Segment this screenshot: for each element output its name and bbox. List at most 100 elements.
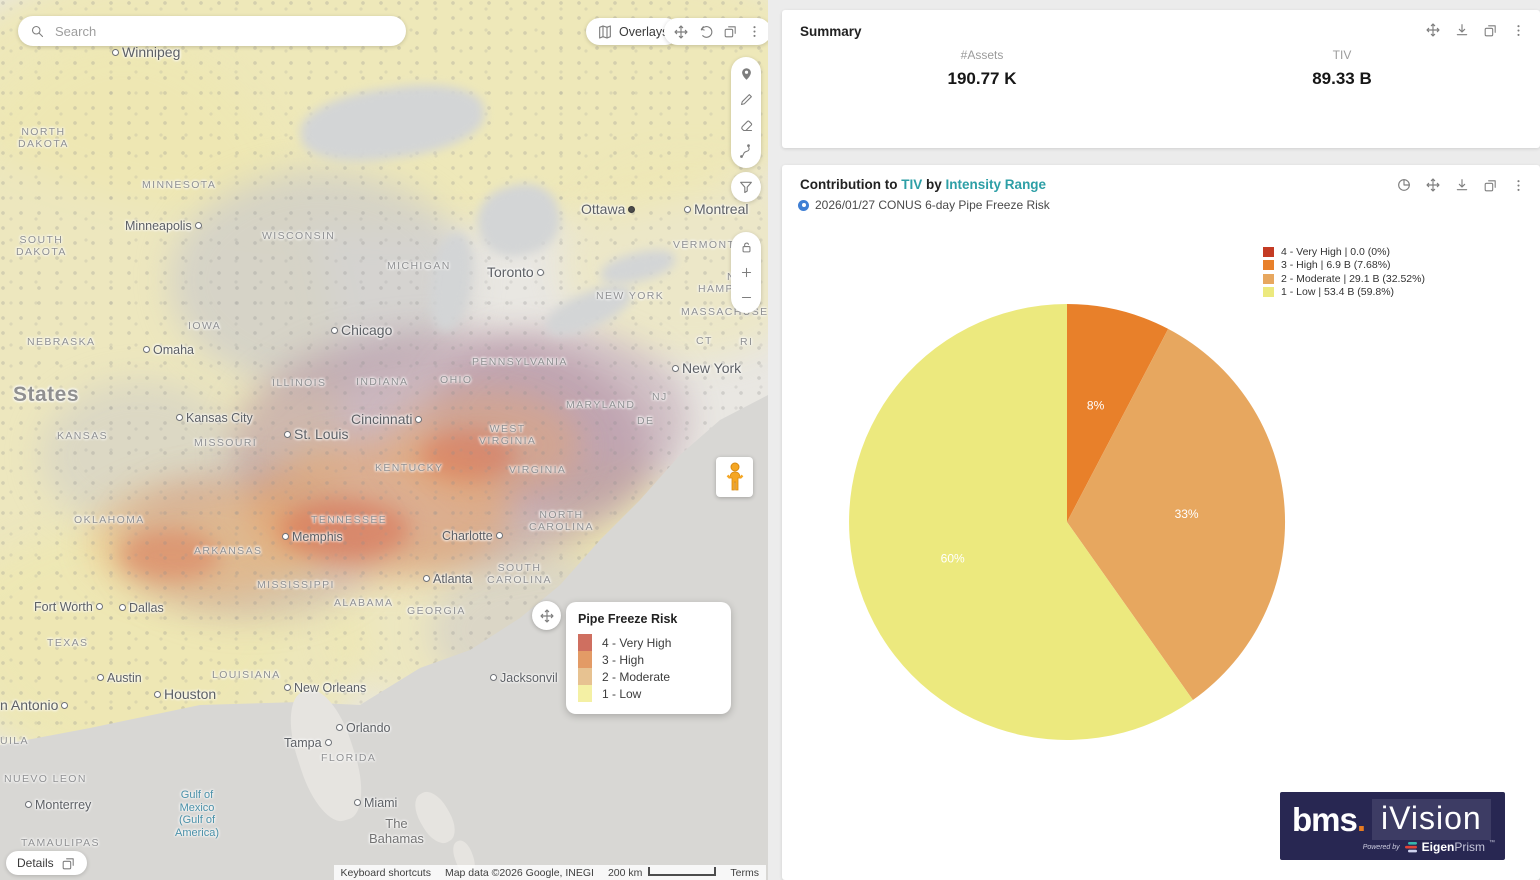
map-label: OKLAHOMA [74, 514, 145, 526]
chart-title: Contribution to TIV by Intensity Range [800, 177, 1046, 192]
search-input[interactable] [53, 23, 394, 40]
map-label: TEXAS [47, 637, 88, 649]
legend-swatch [1263, 260, 1274, 270]
map-label: MISSOURI [194, 437, 257, 449]
map-label: Gulf of Mexico (Gulf of America) [167, 789, 227, 840]
analysis-dot-icon [798, 200, 809, 211]
chart-legend-item[interactable]: 1 - Low | 53.4 B (59.8%) [1263, 286, 1425, 300]
pie-slice-label: 8% [1087, 399, 1105, 413]
bms-ivision-logo: bms. iVision Powered by EigenPrism ™ [1280, 792, 1505, 860]
kebab-icon[interactable] [1511, 177, 1526, 193]
move-icon[interactable] [1425, 22, 1441, 38]
chart-metric-link[interactable]: TIV [901, 177, 922, 192]
app-window: { "map": { "search": {"placeholder": "Se… [0, 0, 1540, 880]
legend-swatch [578, 634, 592, 651]
metric-assets-value: 190.77 K [842, 69, 1122, 89]
map-label: ARKANSAS [194, 545, 262, 557]
eraser-icon[interactable] [739, 118, 754, 133]
map-label: TENNESSEE [311, 514, 387, 526]
pie-slice-label: 60% [941, 551, 965, 565]
map-canvas[interactable]: NORTH DAKOTASOUTH DAKOTAMINNESOTAWISCONS… [0, 0, 768, 880]
metric-tiv: TIV 89.33 B [1202, 48, 1482, 89]
street-view-pegman[interactable] [716, 457, 753, 497]
map-label: Charlotte [442, 529, 503, 543]
metric-assets: #Assets 190.77 K [842, 48, 1122, 89]
map-attribution-bar: Keyboard shortcuts Map data ©2026 Google… [334, 865, 767, 880]
map-label: Cincinnati [351, 411, 422, 427]
download-icon[interactable] [1454, 177, 1470, 193]
pie-chart[interactable]: 8% 33% 60% [782, 165, 1540, 880]
map-label: NEBRASKA [27, 336, 95, 348]
map-label: PENNSYLVANIA [472, 356, 568, 368]
minus-icon[interactable] [739, 290, 754, 305]
details-label: Details [17, 856, 54, 870]
legend-drag-handle[interactable] [532, 601, 561, 630]
map-label: Montreal [684, 201, 748, 217]
scale-label: 200 km [608, 867, 642, 879]
map-label: Orlando [336, 721, 390, 735]
map-label: MARYLAND [566, 399, 635, 411]
map-filter-button[interactable] [731, 172, 761, 202]
summary-panel: Summary #Assets 190.77 K TIV 89.33 B [782, 10, 1540, 148]
plus-icon[interactable] [739, 265, 754, 280]
map-label: Toronto [487, 264, 544, 280]
chart-legend: 4 - Very High | 0.0 (0%)3 - High | 6.9 B… [1263, 245, 1425, 299]
map-label: CT [696, 335, 713, 347]
map-label: VERMONT [673, 239, 735, 251]
legend-swatch [578, 685, 592, 702]
chart-subtitle: 2026/01/27 CONUS 6-day Pipe Freeze Risk [798, 198, 1050, 212]
map-label: TAMAULIPAS [21, 837, 100, 849]
map-label: Jacksonvil [490, 671, 558, 685]
pegman-icon [725, 462, 745, 492]
terms-link[interactable]: Terms [723, 865, 766, 880]
popout-icon[interactable] [723, 24, 738, 39]
logo-tm: ™ [1489, 840, 1495, 846]
kebab-icon[interactable] [1511, 22, 1526, 38]
map-legend-item: 1 - Low [578, 685, 719, 702]
map-label: GEORGIA [407, 605, 466, 617]
pin-icon[interactable] [739, 66, 754, 81]
map-label: INDIANA [356, 376, 408, 388]
chart-legend-item[interactable]: 4 - Very High | 0.0 (0%) [1263, 245, 1425, 259]
move-icon[interactable] [673, 24, 689, 40]
search-icon [30, 24, 45, 39]
chart-legend-item[interactable]: 3 - High | 6.9 B (7.68%) [1263, 259, 1425, 273]
undo-icon[interactable] [698, 24, 714, 40]
chart-dimension-link[interactable]: Intensity Range [946, 177, 1047, 192]
map-label: ALABAMA [334, 597, 393, 609]
eigenprism-icon [1404, 842, 1418, 853]
keyboard-shortcuts-link[interactable]: Keyboard shortcuts [334, 865, 438, 880]
details-button[interactable]: Details [6, 851, 87, 875]
chart-legend-item[interactable]: 2 - Moderate | 29.1 B (32.52%) [1263, 272, 1425, 286]
move-icon[interactable] [1425, 177, 1441, 193]
pencil-icon[interactable] [739, 92, 754, 107]
map-label: MISSISSIPPI [257, 579, 335, 591]
map-label: Monterrey [25, 798, 91, 812]
pie-slice-label: 33% [1175, 507, 1199, 521]
freehand-icon[interactable] [739, 144, 754, 159]
map-label: UILA [0, 735, 29, 747]
map-label: LOUISIANA [212, 669, 281, 681]
map-legend-item: 4 - Very High [578, 634, 719, 651]
map-label: SOUTH DAKOTA [16, 234, 67, 258]
legend-swatch [1263, 287, 1274, 297]
kebab-icon[interactable] [747, 24, 762, 39]
popout-icon[interactable] [1483, 22, 1498, 38]
popout-icon[interactable] [1483, 177, 1498, 193]
map-label: Chicago [331, 322, 392, 338]
summary-actions [1425, 22, 1526, 38]
map-label: Tampa [284, 736, 332, 750]
lock-icon[interactable] [739, 240, 754, 255]
download-icon[interactable] [1454, 22, 1470, 38]
map-label: MINNESOTA [142, 179, 216, 191]
map-label: Ottawa [581, 201, 635, 217]
map-label: Miami [354, 796, 397, 810]
logo-eigen: Eigen [1422, 840, 1455, 854]
logo-dot: . [1357, 801, 1366, 839]
logo-product: iVision [1372, 799, 1491, 840]
map-label: n Antonio [0, 697, 68, 713]
map-actions-toolbar [664, 18, 768, 45]
map-label: Winnipeg [112, 44, 180, 60]
pie-icon[interactable] [1396, 177, 1412, 193]
map-legend-rows: 4 - Very High3 - High2 - Moderate1 - Low [578, 634, 719, 702]
